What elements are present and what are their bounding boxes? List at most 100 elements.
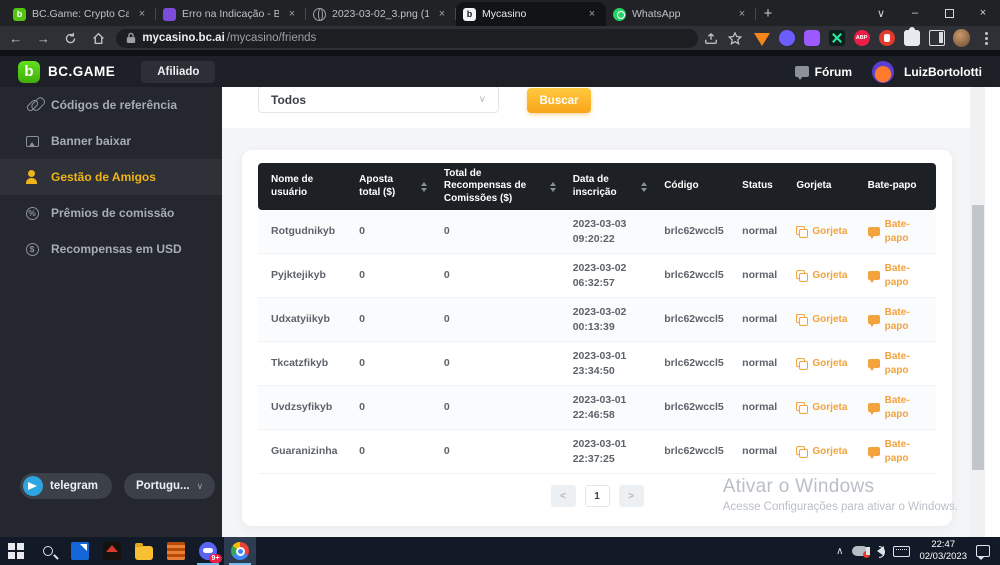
chat-button[interactable]: Bate-papo [855, 218, 936, 245]
user-avatar[interactable] [872, 61, 894, 83]
browser-tab[interactable]: 2023-03-02_3.png (1024×76× [306, 2, 456, 26]
volume-icon[interactable] [877, 546, 884, 556]
start-button[interactable] [0, 537, 32, 565]
chat-button[interactable]: Bate-papo [855, 350, 936, 377]
browser-menu-button[interactable] [978, 29, 994, 47]
status-cell: normal [729, 444, 783, 458]
next-page-button[interactable]: > [619, 485, 644, 507]
total-bet-cell: 0 [346, 312, 431, 326]
taskbar-discord[interactable]: 9+ [192, 537, 224, 565]
afiliado-nav-button[interactable]: Afiliado [141, 61, 215, 83]
dark-exchange-icon[interactable] [829, 30, 845, 46]
clock[interactable]: 22:47 02/03/2023 [919, 539, 967, 564]
tip-button[interactable]: Gorjeta [783, 313, 854, 327]
taskbar-amd-radeon[interactable] [64, 537, 96, 565]
reading-list-icon[interactable] [929, 30, 945, 46]
browser-tab[interactable]: WhatsApp× [606, 2, 756, 26]
person-icon [25, 170, 39, 184]
taskbar-game-launcher[interactable] [96, 537, 128, 565]
main-content: Todos ∨ Buscar Nome de usuárioAposta tot… [222, 87, 985, 537]
back-button[interactable]: ← [4, 28, 28, 48]
banner-icon [26, 136, 39, 147]
sort-icon[interactable] [641, 182, 647, 192]
column-label: Bate-papo [868, 180, 917, 193]
tab-search-icon[interactable]: ∨ [864, 0, 898, 26]
sort-down-arrow [641, 188, 647, 192]
tab-close-icon[interactable]: × [735, 7, 749, 21]
username-cell: Uvdzsyfikyb [258, 400, 346, 414]
maximize-button[interactable] [932, 0, 966, 26]
share-button[interactable] [700, 28, 722, 48]
chat-button[interactable]: Bate-papo [855, 394, 936, 421]
window-controls: ∨ – × [864, 0, 1000, 26]
scrollbar-thumb[interactable] [972, 205, 984, 470]
telegram-button[interactable]: telegram [20, 473, 112, 499]
tab-close-icon[interactable]: × [135, 7, 149, 21]
tip-label: Gorjeta [812, 401, 847, 415]
prev-page-button[interactable]: < [551, 485, 576, 507]
puzzle-icon[interactable] [904, 30, 920, 46]
total-bet-cell: 0 [346, 356, 431, 370]
forum-link[interactable]: Fórum [795, 65, 852, 79]
reload-button[interactable] [59, 28, 83, 48]
tip-button[interactable]: Gorjeta [783, 357, 854, 371]
sort-icon[interactable] [550, 182, 556, 192]
star-icon [728, 32, 742, 45]
sort-icon[interactable] [421, 182, 427, 192]
chat-button[interactable]: Bate-papo [855, 438, 936, 465]
tab-close-icon[interactable]: × [585, 7, 599, 21]
metamask-icon[interactable] [754, 33, 770, 46]
forward-button[interactable]: → [32, 28, 56, 48]
signup-date: 2023-03-03 [573, 217, 648, 231]
bookmark-button[interactable] [724, 28, 746, 48]
new-tab-button[interactable]: + [756, 1, 780, 25]
column-header[interactable]: Total de Recompensas de Comissões ($) [431, 168, 560, 206]
browser-tab[interactable]: Erro na Indicação - BC.Game× [156, 2, 306, 26]
keyboard-icon[interactable] [893, 546, 910, 557]
user-name[interactable]: LuizBortolotti [904, 65, 982, 79]
system-tray: ∧ 22:47 02/03/2023 [836, 537, 1000, 565]
taskbar-chrome[interactable] [224, 537, 256, 565]
browser-tab[interactable]: bMycasino× [456, 2, 606, 26]
taskbar-search-button[interactable] [32, 537, 64, 565]
tip-button[interactable]: Gorjeta [783, 225, 854, 239]
sidebar-item[interactable]: Gestão de Amigos [0, 159, 222, 195]
column-header[interactable]: Aposta total ($) [346, 174, 431, 199]
action-center-icon[interactable] [976, 545, 990, 557]
friend-filter-select[interactable]: Todos ∨ [258, 87, 499, 113]
address-bar[interactable]: mycasino.bc.ai/mycasino/friends [116, 29, 698, 48]
browser-profile-avatar[interactable] [953, 29, 971, 47]
close-button[interactable]: × [966, 0, 1000, 26]
language-selector[interactable]: Portugu... ∨ [124, 473, 215, 499]
tip-button[interactable]: Gorjeta [783, 445, 854, 459]
purple-wallet-icon[interactable] [779, 30, 795, 46]
column-header: Gorjeta [783, 180, 854, 193]
sidebar-item[interactable]: %Prêmios de comissão [0, 195, 222, 231]
chat-button[interactable]: Bate-papo [855, 262, 936, 289]
vertical-scrollbar[interactable] [970, 87, 985, 537]
tip-button[interactable]: Gorjeta [783, 269, 854, 283]
chat-bubble-icon [868, 359, 880, 368]
bcgame-logo[interactable]: b [18, 61, 40, 83]
gem-wallet-icon[interactable] [804, 30, 820, 46]
sidebar-item[interactable]: Códigos de referência [0, 87, 222, 123]
sidebar-item-label: Recompensas em USD [51, 242, 182, 256]
chat-button[interactable]: Bate-papo [855, 306, 936, 333]
sidebar-item[interactable]: Banner baixar [0, 123, 222, 159]
taskbar-file-explorer[interactable] [128, 537, 160, 565]
tip-button[interactable]: Gorjeta [783, 401, 854, 415]
friends-table-card: Nome de usuárioAposta total ($)Total de … [242, 150, 952, 526]
browser-tab[interactable]: bBC.Game: Crypto Casino Gan× [6, 2, 156, 26]
tab-close-icon[interactable]: × [435, 7, 449, 21]
sidebar-item[interactable]: $Recompensas em USD [0, 231, 222, 267]
minimize-button[interactable]: – [898, 0, 932, 26]
tray-chevron-up-icon[interactable]: ∧ [836, 546, 843, 557]
home-button[interactable] [87, 28, 111, 48]
taskbar-bomb-game[interactable] [160, 537, 192, 565]
search-button[interactable]: Buscar [527, 88, 591, 113]
adblock-plus-icon[interactable]: ABP [854, 30, 870, 46]
tab-close-icon[interactable]: × [285, 7, 299, 21]
column-header[interactable]: Data de inscrição [560, 174, 652, 199]
page-number[interactable]: 1 [585, 485, 610, 507]
blocker-icon[interactable] [879, 30, 895, 46]
